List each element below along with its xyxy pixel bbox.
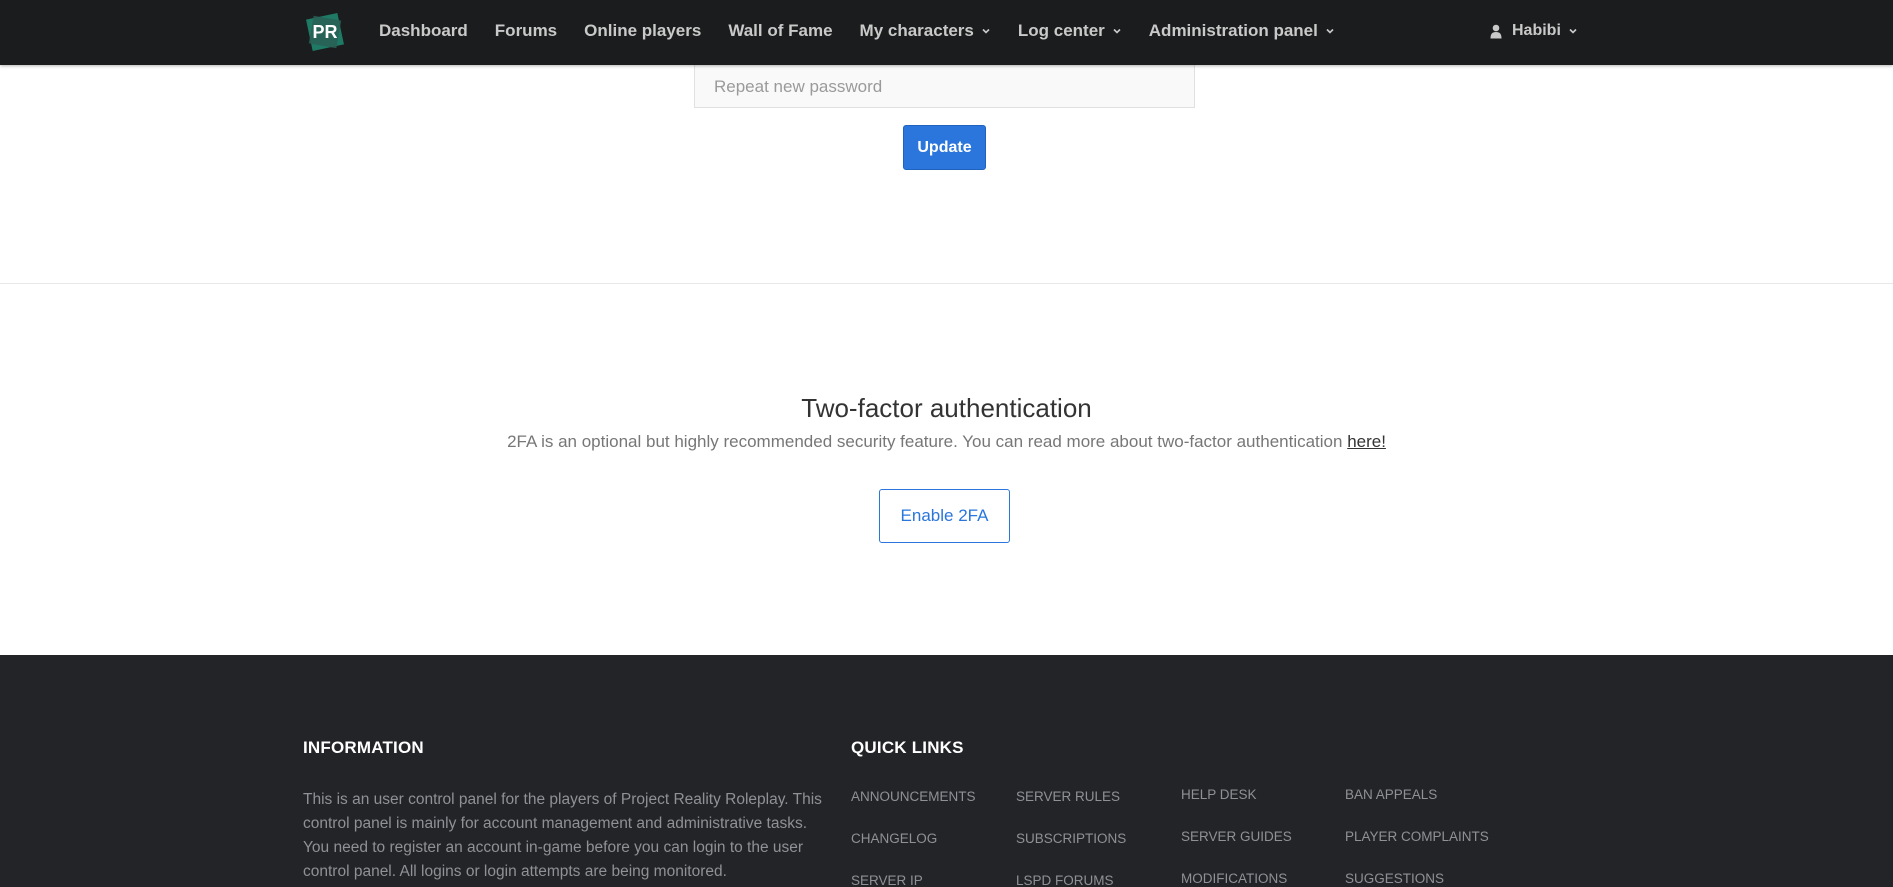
nav-administration-panel[interactable]: Administration panel <box>1149 21 1335 41</box>
chevron-down-icon <box>982 28 990 34</box>
section-divider <box>0 283 1893 284</box>
nav-my-characters[interactable]: My characters <box>860 21 991 41</box>
two-factor-more-link[interactable]: here! <box>1347 432 1386 451</box>
quick-link-help-desk[interactable]: HELP DESK <box>1181 787 1257 802</box>
nav-log-center[interactable]: Log center <box>1018 21 1122 41</box>
footer-information-heading: INFORMATION <box>303 738 424 757</box>
quick-link-server-guides[interactable]: SERVER GUIDES <box>1181 829 1292 844</box>
nav-forums[interactable]: Forums <box>495 21 557 41</box>
nav-online-players[interactable]: Online players <box>584 21 701 41</box>
svg-text:PR: PR <box>312 22 337 42</box>
chevron-down-icon <box>1113 28 1121 34</box>
nav-wall-of-fame[interactable]: Wall of Fame <box>728 21 832 41</box>
user-menu[interactable]: Habibi <box>1490 0 1578 62</box>
quick-link-server-rules[interactable]: SERVER RULES <box>1016 789 1120 804</box>
update-button[interactable]: Update <box>903 125 986 170</box>
quick-link-lspd-forums[interactable]: LSPD FORUMS <box>1016 873 1114 887</box>
footer-quick-links-heading: QUICK LINKS <box>851 738 964 757</box>
quick-link-subscriptions[interactable]: SUBSCRIPTIONS <box>1016 831 1126 846</box>
quick-link-server-ip[interactable]: SERVER IP <box>851 873 923 887</box>
user-icon <box>1490 24 1502 38</box>
quick-link-changelog[interactable]: CHANGELOG <box>851 831 937 846</box>
quick-link-ban-appeals[interactable]: BAN APPEALS <box>1345 787 1437 802</box>
quick-link-player-complaints[interactable]: PLAYER COMPLAINTS <box>1345 829 1489 844</box>
chevron-down-icon <box>1569 28 1577 34</box>
chevron-down-icon <box>1326 28 1334 34</box>
two-factor-description: 2FA is an optional but highly recommende… <box>507 432 1386 451</box>
nav-dashboard[interactable]: Dashboard <box>379 21 468 41</box>
username: Habibi <box>1512 22 1561 39</box>
pr-logo-icon: PR <box>306 13 344 51</box>
footer-information-text: This is an user control panel for the pl… <box>303 791 822 880</box>
quick-link-suggestions[interactable]: SUGGESTIONS <box>1345 871 1444 886</box>
two-factor-title: Two-factor authentication <box>801 393 1092 423</box>
top-navbar: PR Dashboard Forums Online players Wall … <box>0 0 1893 65</box>
quick-link-modifications[interactable]: MODIFICATIONS <box>1181 871 1287 886</box>
footer: INFORMATION This is an user control pane… <box>0 655 1893 887</box>
nav-menu: Dashboard Forums Online players Wall of … <box>379 0 1362 62</box>
enable-2fa-button[interactable]: Enable 2FA <box>879 489 1010 543</box>
logo[interactable]: PR <box>305 12 345 52</box>
quick-link-announcements[interactable]: ANNOUNCEMENTS <box>851 789 976 804</box>
